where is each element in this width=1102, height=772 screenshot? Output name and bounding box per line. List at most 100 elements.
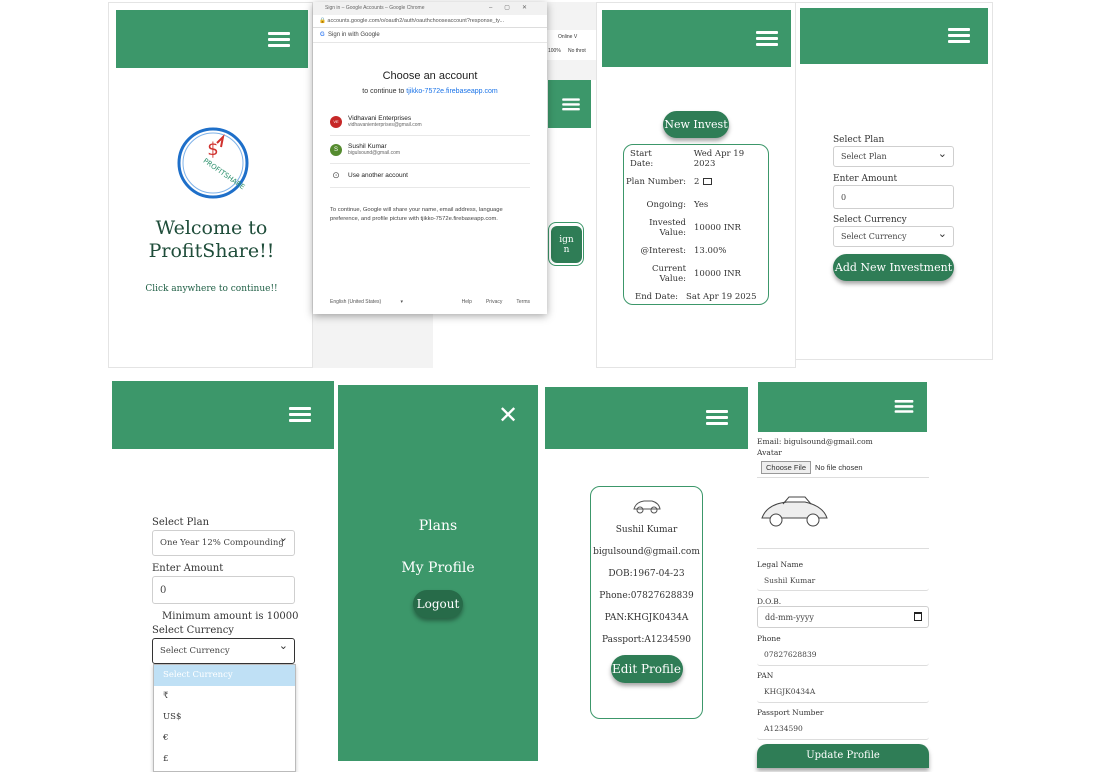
choose-account-heading: Choose an account xyxy=(382,70,478,82)
account-item[interactable]: VE Vidhavani Enterprises vidhavanienterp… xyxy=(330,108,530,136)
app-header xyxy=(800,8,988,64)
profile-view-screen: Sushil Kumar bigulsound@gmail.com DOB:19… xyxy=(545,387,748,772)
currency-dropdown-screen: Select Plan One Year 12% Compounding Ent… xyxy=(112,381,334,772)
ongoing-row: Ongoing: Yes xyxy=(646,199,709,210)
legal-name-label: Legal Name xyxy=(757,560,804,569)
hamburger-menu-icon[interactable] xyxy=(706,410,728,425)
currency-option[interactable]: ₹ xyxy=(154,686,295,707)
nav-item-plans[interactable]: Plans xyxy=(338,518,538,534)
lock-icon: 🔒 xyxy=(319,18,326,24)
start-date-row: Start Date: Wed Apr 19 2023 xyxy=(630,148,745,169)
window-controls[interactable]: –▢✕ xyxy=(489,4,539,11)
hamburger-menu-icon[interactable] xyxy=(268,32,290,47)
invested-value-row: Invested Value: 10000 INR xyxy=(649,217,741,238)
update-profile-button[interactable]: Update Profile xyxy=(757,744,929,768)
welcome-screen[interactable]: $ PROFITSHARE Welcome to ProfitShare!! C… xyxy=(108,2,313,368)
hamburger-menu-icon[interactable] xyxy=(894,400,914,413)
currency-option[interactable]: € xyxy=(154,728,295,749)
select-plan-dropdown[interactable]: Select Plan xyxy=(833,146,954,167)
dropdown-arrow-icon: ▾ xyxy=(400,299,404,305)
amount-input[interactable]: 0 xyxy=(833,185,954,209)
select-plan-label: Select Plan xyxy=(152,517,210,528)
welcome-title: Welcome to ProfitShare!! xyxy=(148,217,275,262)
app-header xyxy=(112,381,334,449)
profile-email: bigulsound@gmail.com xyxy=(593,547,700,557)
amount-input[interactable]: 0 xyxy=(152,576,295,604)
pan-label: PAN xyxy=(757,671,774,680)
terms-link[interactable]: Terms xyxy=(516,299,530,305)
hamburger-menu-icon[interactable] xyxy=(948,28,970,43)
google-signin-popup: Sign in – Google Accounts – Google Chrom… xyxy=(313,2,547,314)
dob-input[interactable]: dd-mm-yyyy xyxy=(757,606,929,628)
legal-name-input[interactable]: Sushil Kumar xyxy=(757,570,929,591)
passport-label: Passport Number xyxy=(757,708,824,717)
background-browser-toolbar: Online V 100% No throt xyxy=(546,30,596,60)
currency-option[interactable]: Select Currency xyxy=(154,665,295,686)
hamburger-menu-icon[interactable] xyxy=(756,31,778,46)
currency-option[interactable]: £ xyxy=(154,749,295,770)
enter-amount-label: Enter Amount xyxy=(833,174,898,184)
dob-label: D.O.B. xyxy=(757,597,782,606)
popup-footer: English (United States) ▾ Help Privacy T… xyxy=(330,299,530,305)
select-currency-dropdown[interactable]: Select Currency xyxy=(833,226,954,247)
nav-item-my-profile[interactable]: My Profile xyxy=(338,560,538,576)
currency-option[interactable]: US$ xyxy=(154,707,295,728)
background-header xyxy=(548,80,591,128)
close-icon[interactable]: ✕ xyxy=(498,401,518,429)
account-email: bigulsound@gmail.com xyxy=(348,150,401,156)
language-select[interactable]: English (United States) ▾ xyxy=(330,299,448,305)
passport-input[interactable]: A1234590 xyxy=(757,718,929,740)
investment-summary-screen: New Invest Start Date: Wed Apr 19 2023 Pl… xyxy=(596,2,796,368)
account-item[interactable]: S Sushil Kumar bigulsound@gmail.com xyxy=(330,136,530,164)
select-plan-label: Select Plan xyxy=(833,135,885,145)
investment-card: Start Date: Wed Apr 19 2023 Plan Number: 2… xyxy=(623,144,769,305)
app-header xyxy=(545,387,748,449)
car-avatar xyxy=(632,500,661,514)
account-email: vidhavanienterprises@gmail.com xyxy=(348,122,422,128)
privacy-link[interactable]: Privacy xyxy=(486,299,502,305)
app-header xyxy=(116,10,308,68)
popup-titlebar: Sign in – Google Accounts – Google Chrom… xyxy=(313,2,547,15)
hamburger-menu-icon[interactable] xyxy=(289,407,311,422)
help-link[interactable]: Help xyxy=(462,299,472,305)
navigation-menu-screen: ✕ Plans My Profile Logout xyxy=(338,385,538,761)
car-avatar xyxy=(761,496,828,527)
edit-profile-button[interactable]: Edit Profile xyxy=(610,655,683,683)
privacy-disclaimer: To continue, Google will share your name… xyxy=(330,207,503,222)
add-investment-screen: Select Plan Select Plan Enter Amount 0 S… xyxy=(795,2,993,360)
click-to-continue-text: Click anywhere to continue!! xyxy=(145,284,278,294)
profile-dob: DOB:1967-04-23 xyxy=(608,569,685,579)
choose-file-button[interactable]: Choose File xyxy=(761,461,812,474)
profile-phone: Phone:07827628839 xyxy=(599,591,694,601)
avatar-label: Avatar xyxy=(757,448,782,457)
use-another-account[interactable]: ⊙ Use another account xyxy=(330,164,530,188)
pan-input[interactable]: KHGJK0434A xyxy=(757,681,929,703)
avatar: VE xyxy=(330,115,342,128)
select-currency-dropdown[interactable]: Select Currency xyxy=(152,638,295,664)
interest-row: @Interest: 13.00% xyxy=(640,245,727,256)
url-bar: 🔒 accounts.google.com/o/oauth2/auth/oaut… xyxy=(313,15,547,28)
minimum-amount-hint: Minimum amount is 10000 xyxy=(162,611,299,622)
new-invest-button[interactable]: New Invest xyxy=(663,111,729,138)
logout-button[interactable]: Logout xyxy=(413,590,463,618)
phone-label: Phone xyxy=(757,634,781,643)
currency-options-list: Select Currency ₹ US$ € £ xyxy=(153,664,296,772)
select-plan-dropdown[interactable]: One Year 12% Compounding xyxy=(152,530,295,556)
app-header xyxy=(602,10,791,67)
add-new-investment-button[interactable]: Add New Investment xyxy=(833,254,954,281)
phone-input[interactable]: 07827628839 xyxy=(757,644,929,666)
continue-to-text: to continue to tjikko-7572e.firebaseapp.… xyxy=(362,88,498,95)
profile-pan: PAN:KHGJK0434A xyxy=(604,613,689,623)
avatar-file-row: Choose File No file chosen xyxy=(757,458,929,478)
chat-icon[interactable] xyxy=(703,178,713,185)
email-text: Email: bigulsound@gmail.com xyxy=(757,437,873,446)
avatar: S xyxy=(330,143,342,156)
select-currency-label: Select Currency xyxy=(152,625,234,636)
account-name: Vidhavani Enterprises xyxy=(348,115,412,122)
profile-name: Sushil Kumar xyxy=(615,525,678,535)
calendar-icon[interactable] xyxy=(914,612,922,621)
background-signin-button: ign n xyxy=(548,222,584,266)
select-currency-label: Select Currency xyxy=(833,215,907,225)
svg-text:PROFITSHARE: PROFITSHARE xyxy=(202,157,247,192)
profile-card: Sushil Kumar bigulsound@gmail.com DOB:19… xyxy=(590,486,703,719)
